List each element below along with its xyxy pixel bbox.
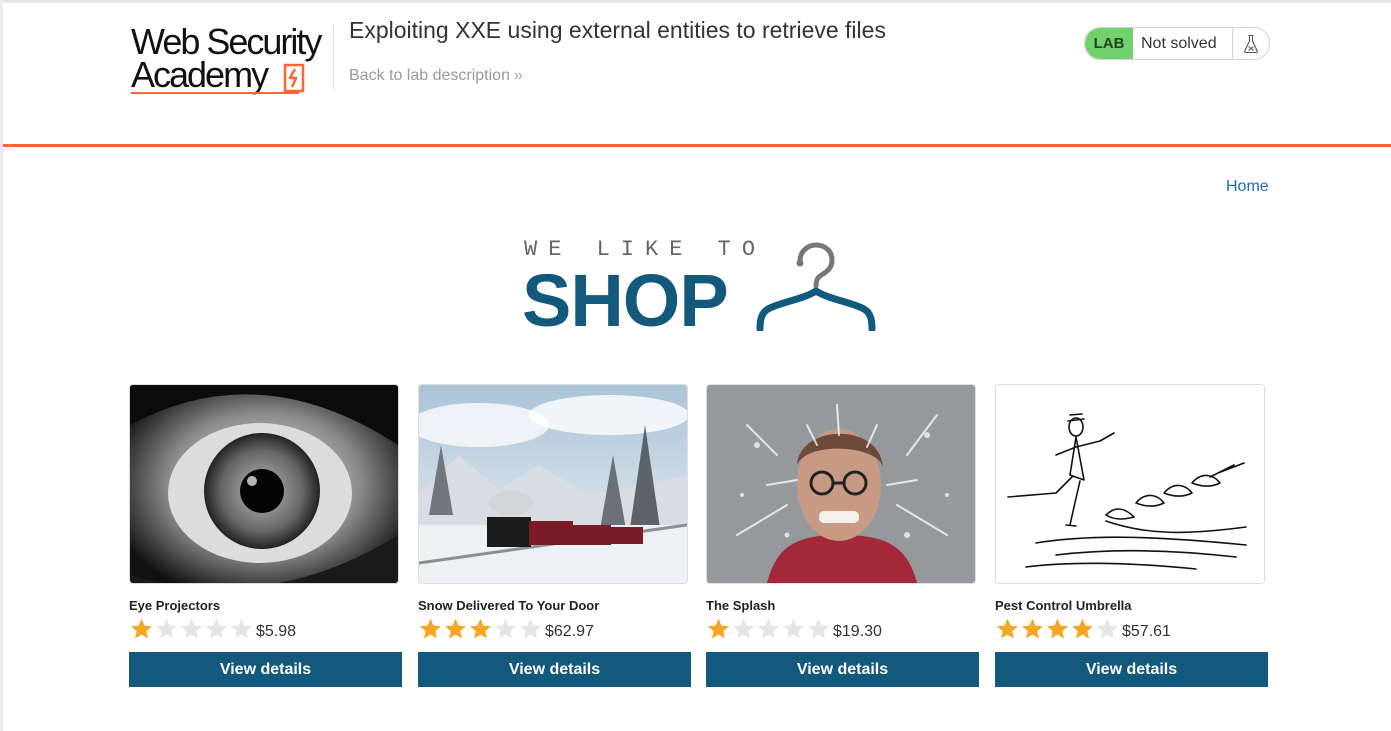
snow-train-photo-icon <box>419 385 687 583</box>
home-nav-link[interactable]: Home <box>1226 178 1269 196</box>
product-price: $5.98 <box>256 623 297 640</box>
product-image <box>995 384 1265 584</box>
product-image <box>418 384 688 584</box>
logo-underline <box>131 92 299 94</box>
lab-status-text: Not solved <box>1133 28 1233 59</box>
product-card: Pest Control Umbrella $57.61 View detail… <box>995 384 1268 687</box>
star-empty-icon <box>808 618 829 639</box>
star-rating <box>706 617 831 641</box>
star-filled-icon <box>470 618 491 639</box>
star-filled-icon <box>420 618 441 639</box>
view-details-button[interactable]: View details <box>706 652 979 687</box>
star-empty-icon <box>758 618 779 639</box>
clothes-hanger-icon <box>756 242 876 331</box>
back-to-lab-description-link[interactable]: Back to lab description» <box>349 67 523 85</box>
double-chevron-right-icon: » <box>513 67 523 84</box>
product-name: The Splash <box>706 598 776 613</box>
product-card: The Splash $19.30 View details <box>706 384 979 687</box>
star-empty-icon <box>231 618 252 639</box>
star-empty-icon <box>1097 618 1118 639</box>
banner-shop-word: SHOP <box>522 259 729 342</box>
product-meta: $19.30 <box>706 616 979 642</box>
product-price: $57.61 <box>1122 623 1171 640</box>
star-filled-icon <box>1022 618 1043 639</box>
back-link-label: Back to lab description <box>349 67 510 84</box>
star-filled-icon <box>1047 618 1068 639</box>
lab-badge: LAB <box>1085 28 1133 59</box>
view-details-button[interactable]: View details <box>418 652 691 687</box>
lab-header: Web Security Academy Exploiting XXE usin… <box>0 3 1391 144</box>
product-card: Snow Delivered To Your Door $62.97 View … <box>418 384 691 687</box>
star-filled-icon <box>997 618 1018 639</box>
star-filled-icon <box>708 618 729 639</box>
star-rating <box>418 617 543 641</box>
umbrella-cats-sketch-icon <box>996 385 1264 583</box>
logo-lightning-icon <box>283 63 305 93</box>
we-like-to-shop-banner: WE LIKE TO SHOP <box>520 235 880 341</box>
web-security-academy-logo[interactable]: Web Security Academy <box>131 24 331 99</box>
product-image <box>706 384 976 584</box>
product-image <box>129 384 399 584</box>
star-empty-icon <box>733 618 754 639</box>
star-empty-icon <box>495 618 516 639</box>
star-filled-icon <box>131 618 152 639</box>
star-filled-icon <box>1072 618 1093 639</box>
flask-icon <box>1233 28 1269 59</box>
view-details-button[interactable]: View details <box>129 652 402 687</box>
lab-status-widget: LAB Not solved <box>1084 27 1270 60</box>
star-empty-icon <box>520 618 541 639</box>
star-empty-icon <box>181 618 202 639</box>
product-price: $62.97 <box>545 623 594 640</box>
product-name: Pest Control Umbrella <box>995 598 1132 613</box>
star-empty-icon <box>156 618 177 639</box>
star-empty-icon <box>783 618 804 639</box>
header-divider <box>333 25 334 90</box>
lab-title: Exploiting XXE using external entities t… <box>349 17 886 43</box>
star-rating <box>995 617 1120 641</box>
view-details-button[interactable]: View details <box>995 652 1268 687</box>
product-price: $19.30 <box>833 623 882 640</box>
product-name: Eye Projectors <box>129 598 221 613</box>
star-rating <box>129 617 254 641</box>
product-meta: $57.61 <box>995 616 1268 642</box>
header-accent-bar <box>3 144 1391 147</box>
eye-photo-icon <box>130 385 398 583</box>
product-meta: $62.97 <box>418 616 691 642</box>
product-name: Snow Delivered To Your Door <box>418 598 600 613</box>
star-empty-icon <box>206 618 227 639</box>
product-card: Eye Projectors $5.98 View details <box>129 384 402 687</box>
splash-photo-icon <box>707 385 975 583</box>
product-meta: $5.98 <box>129 616 402 642</box>
star-filled-icon <box>445 618 466 639</box>
